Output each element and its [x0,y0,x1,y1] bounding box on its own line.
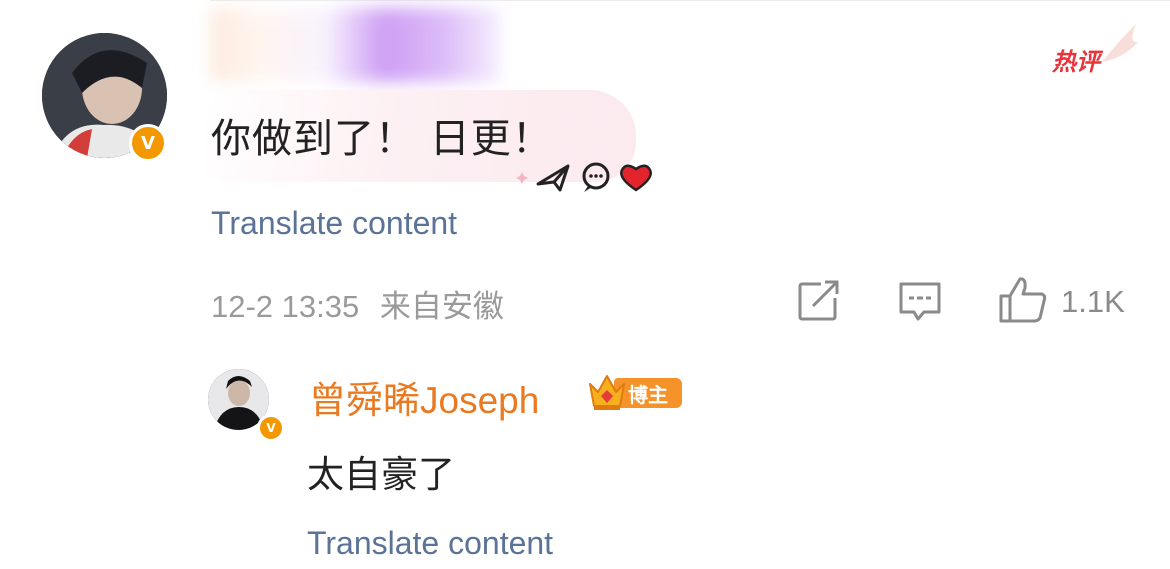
hot-comment-badge: 热评 [1052,48,1100,76]
comment-text: 你做到了！ 日更！ [211,116,553,162]
translate-link[interactable]: Translate content [211,205,457,242]
hot-wing-icon [1102,24,1138,62]
comment-icon[interactable] [898,280,942,322]
reply-author-name[interactable]: 曾舜晞Joseph [309,370,539,424]
verified-badge-icon: V [257,414,285,442]
crown-icon [589,375,625,410]
like-count: 1.1K [1061,284,1125,319]
heart-icon [620,164,652,192]
paper-plane-icon [536,164,570,192]
divider [210,0,1170,1]
share-icon[interactable] [797,278,841,322]
bubble-decoration-icons [516,162,652,192]
location: 来自安徽 [379,289,504,324]
chat-bubble-icon [582,162,610,192]
reply-translate-link[interactable]: Translate content [307,525,553,562]
comment-thread: V 热评 你做到了！ 日更！ Translate content 12-2 13… [0,0,1170,569]
timestamp: 12-2 13:35 [211,289,360,324]
verified-badge-icon: V [129,124,167,162]
thumbs-up-icon[interactable] [998,276,1048,324]
blogger-badge: 博主 [586,370,684,414]
reply-text: 太自豪了 [307,453,455,496]
username-blurred [210,8,500,82]
comment-meta: 12-2 13:35 来自安徽 [211,281,504,326]
